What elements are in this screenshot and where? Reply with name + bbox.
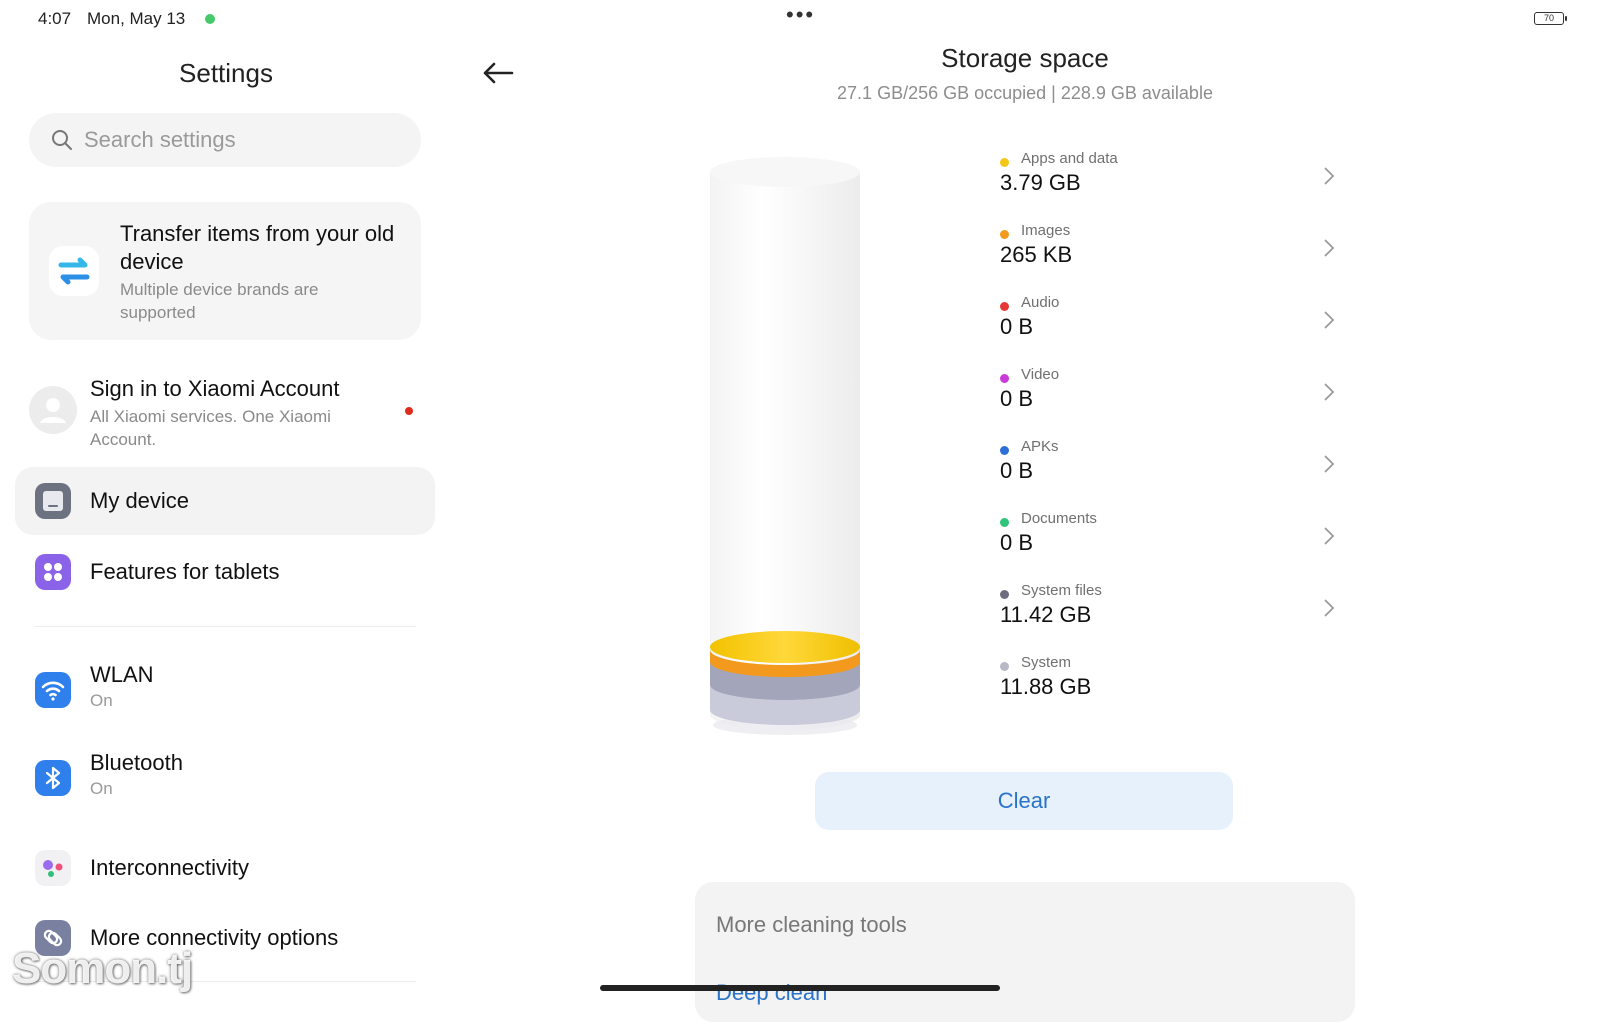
sidebar-item-status: On bbox=[90, 691, 113, 710]
storage-category-audio[interactable]: Audio 0 B bbox=[1000, 294, 1345, 362]
sidebar-item-label: Features for tablets bbox=[90, 559, 280, 584]
category-color-dot bbox=[1000, 158, 1009, 167]
clear-button[interactable]: Clear bbox=[815, 772, 1233, 830]
page-title: Settings bbox=[179, 58, 273, 88]
divider bbox=[35, 626, 416, 627]
chevron-right-icon bbox=[1324, 311, 1335, 329]
transfer-card[interactable]: Transfer items from your old device Mult… bbox=[29, 202, 421, 340]
category-color-dot bbox=[1000, 446, 1009, 455]
search-input[interactable]: Search settings bbox=[29, 113, 421, 167]
chevron-right-icon bbox=[1324, 527, 1335, 545]
chevron-right-icon bbox=[1324, 599, 1335, 617]
tools-card-title: More cleaning tools bbox=[716, 912, 907, 937]
chevron-right-icon bbox=[1324, 239, 1335, 257]
sidebar-item-label: Interconnectivity bbox=[90, 855, 249, 880]
watermark: Somon.tj bbox=[12, 944, 193, 993]
category-color-dot bbox=[1000, 590, 1009, 599]
category-size: 0 B bbox=[1000, 314, 1034, 339]
category-name: Images bbox=[1021, 222, 1071, 239]
category-size: 0 B bbox=[1000, 458, 1034, 483]
transfer-icon bbox=[49, 246, 99, 296]
category-color-dot bbox=[1000, 662, 1009, 671]
sidebar-item-label: My device bbox=[90, 488, 190, 513]
category-size: 265 KB bbox=[1000, 242, 1073, 267]
sidebar-item-interconnectivity[interactable]: Interconnectivity bbox=[15, 836, 435, 900]
bluetooth-icon bbox=[35, 760, 71, 796]
category-size: 3.79 GB bbox=[1000, 170, 1081, 195]
category-size: 11.42 GB bbox=[1000, 602, 1092, 627]
storage-category-apps-and-data[interactable]: Apps and data 3.79 GB bbox=[1000, 150, 1345, 218]
interconnectivity-icon bbox=[35, 850, 71, 886]
storage-title: Storage space bbox=[941, 43, 1109, 73]
category-name: System bbox=[1021, 654, 1072, 671]
sidebar-item-label: Bluetooth bbox=[90, 750, 183, 775]
category-name: Audio bbox=[1021, 294, 1060, 311]
status-date: Mon, May 13 bbox=[87, 9, 186, 28]
search-icon bbox=[52, 130, 72, 150]
sidebar-item-my-device[interactable]: My device bbox=[15, 467, 435, 535]
notification-dot bbox=[405, 407, 413, 415]
category-name: Apps and data bbox=[1021, 150, 1118, 167]
category-name: System files bbox=[1021, 582, 1102, 599]
battery-icon: 70 bbox=[1534, 12, 1567, 25]
status-indicator-dot bbox=[205, 14, 215, 24]
device-icon bbox=[35, 483, 71, 519]
transfer-card-subtitle: Multiple device brands are supported bbox=[120, 280, 319, 322]
storage-category-apks[interactable]: APKs 0 B bbox=[1000, 438, 1345, 506]
transfer-card-title: Transfer items from your old device bbox=[120, 221, 395, 274]
grid-icon bbox=[35, 554, 71, 590]
category-name: Video bbox=[1021, 366, 1060, 383]
storage-summary: 27.1 GB/256 GB occupied | 228.9 GB avail… bbox=[837, 83, 1213, 103]
category-size: 11.88 GB bbox=[1000, 674, 1092, 699]
storage-category-video[interactable]: Video 0 B bbox=[1000, 366, 1345, 434]
wifi-icon bbox=[35, 672, 71, 708]
category-color-dot bbox=[1000, 374, 1009, 383]
category-name: APKs bbox=[1021, 438, 1059, 455]
chevron-right-icon bbox=[1324, 167, 1335, 185]
sidebar-item-features-for-tablets[interactable]: Features for tablets bbox=[15, 540, 435, 604]
sidebar-item-status: On bbox=[90, 779, 113, 798]
account-title[interactable]: Sign in to Xiaomi Account bbox=[90, 376, 339, 402]
category-size: 0 B bbox=[1000, 386, 1034, 411]
sidebar-item-wlan[interactable]: WLAN On bbox=[15, 660, 435, 730]
chevron-right-icon bbox=[1324, 383, 1335, 401]
back-arrow-icon[interactable] bbox=[480, 58, 516, 88]
category-size: 0 B bbox=[1000, 530, 1034, 555]
deep-clean-link[interactable]: Deep clean bbox=[716, 980, 827, 1006]
storage-category-system: System 11.88 GB bbox=[1000, 654, 1345, 722]
sidebar-item-bluetooth[interactable]: Bluetooth On bbox=[15, 748, 435, 818]
more-options-icon[interactable]: ••• bbox=[786, 4, 815, 26]
storage-category-images[interactable]: Images 265 KB bbox=[1000, 222, 1345, 290]
avatar[interactable] bbox=[29, 386, 77, 434]
chevron-right-icon bbox=[1324, 455, 1335, 473]
storage-category-documents[interactable]: Documents 0 B bbox=[1000, 510, 1345, 578]
sidebar-item-label: WLAN bbox=[90, 662, 154, 687]
account-subtitle: All Xiaomi services. One Xiaomi Account. bbox=[90, 407, 331, 449]
storage-cylinder-visual bbox=[710, 157, 860, 735]
category-name: Documents bbox=[1021, 510, 1097, 527]
search-placeholder: Search settings bbox=[84, 127, 236, 152]
category-color-dot bbox=[1000, 230, 1009, 239]
home-indicator[interactable] bbox=[600, 985, 1000, 991]
storage-category-system-files[interactable]: System files 11.42 GB bbox=[1000, 582, 1345, 650]
more-cleaning-tools-card: More cleaning tools Deep clean bbox=[695, 882, 1355, 1022]
category-color-dot bbox=[1000, 518, 1009, 527]
status-time: 4:07 bbox=[38, 9, 72, 28]
category-color-dot bbox=[1000, 302, 1009, 311]
